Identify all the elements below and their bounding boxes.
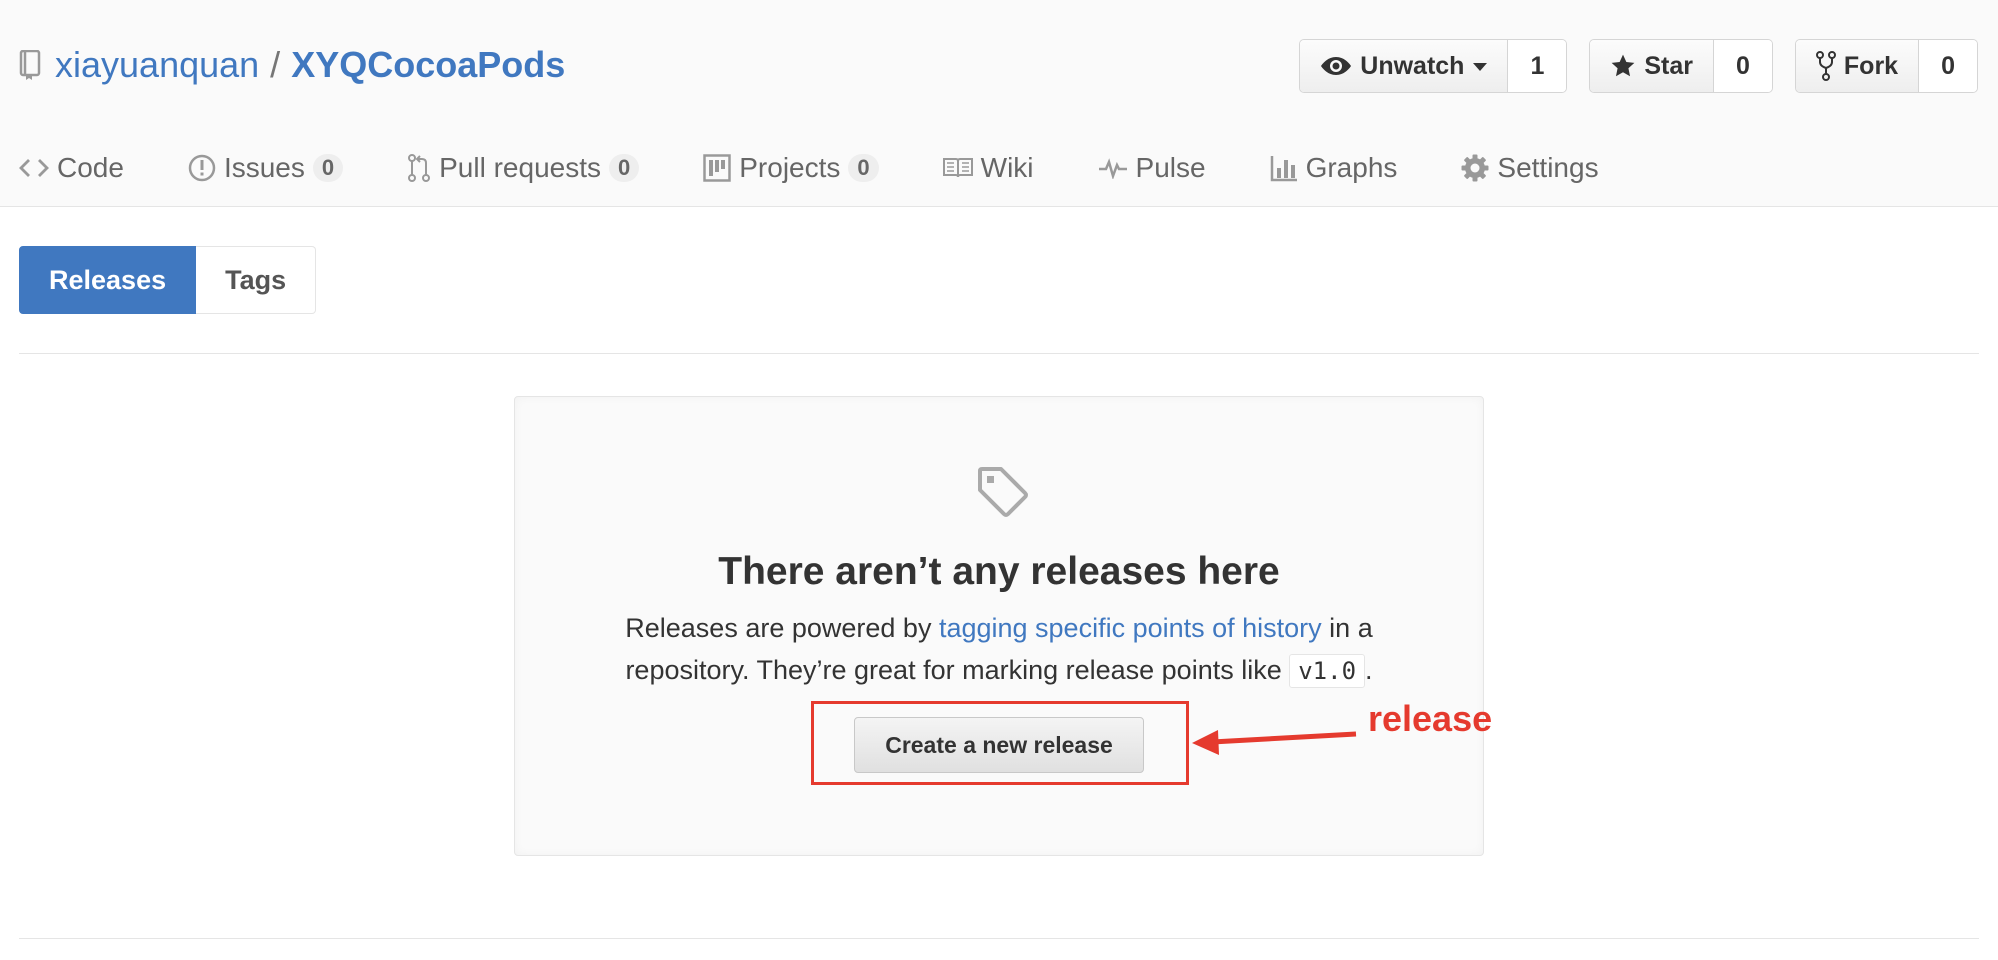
pull-requests-counter: 0 [609, 154, 640, 182]
repo-title: xiayuanquan / XYQCocoaPods [19, 40, 565, 90]
fork-icon [1815, 51, 1836, 81]
tags-tab[interactable]: Tags [196, 246, 317, 314]
stargazers-count[interactable]: 0 [1713, 40, 1772, 92]
repo-owner-link[interactable]: xiayuanquan [55, 44, 259, 86]
version-code-example: v1.0 [1289, 654, 1366, 688]
tab-wiki-label: Wiki [980, 152, 1034, 183]
releases-subnav: Releases Tags [19, 246, 317, 314]
divider [19, 353, 1979, 354]
git-pull-request-icon [407, 153, 431, 183]
book-icon [942, 157, 973, 179]
tab-projects-label: Projects [739, 152, 841, 183]
annotation-highlight-box [811, 701, 1189, 785]
repo-icon [19, 47, 45, 83]
tag-icon [978, 467, 1028, 517]
releases-tab[interactable]: Releases [19, 246, 197, 314]
star-icon [1610, 53, 1636, 79]
pulse-icon [1098, 157, 1128, 179]
path-separator: / [270, 44, 281, 85]
tab-issues-label: Issues [223, 152, 305, 183]
tab-settings[interactable]: Settings [1461, 152, 1599, 184]
description-text-start: Releases are powered by [625, 613, 939, 643]
empty-state-description: Releases are powered by tagging specific… [575, 607, 1423, 692]
tab-code[interactable]: Code [19, 152, 124, 184]
fork-label: Fork [1843, 51, 1899, 80]
footer-divider [19, 938, 1979, 939]
empty-releases-panel: There aren’t any releases here Releases … [514, 396, 1484, 856]
fork-button[interactable]: Fork [1795, 40, 1919, 92]
tab-pull-requests[interactable]: Pull requests 0 [407, 152, 640, 184]
eye-icon [1320, 55, 1352, 77]
tab-code-label: Code [57, 152, 124, 183]
watchers-count[interactable]: 1 [1507, 40, 1567, 92]
star-button[interactable]: Star [1590, 40, 1713, 92]
star-label: Star [1644, 51, 1693, 80]
tab-graphs-label: Graphs [1305, 152, 1398, 183]
issue-opened-icon [188, 154, 216, 182]
repo-actions: Unwatch 1 Star 0 Fork 0 [1277, 39, 1978, 93]
unwatch-label: Unwatch [1360, 51, 1465, 80]
tab-issues[interactable]: Issues 0 [188, 152, 344, 184]
watch-group: Unwatch 1 [1299, 39, 1568, 93]
tab-settings-label: Settings [1497, 152, 1599, 183]
gear-icon [1461, 154, 1489, 182]
graph-icon [1270, 154, 1298, 182]
code-icon [19, 157, 49, 179]
tab-graphs[interactable]: Graphs [1270, 152, 1398, 184]
repo-nav: Code Issues 0 Pull requests 0 Projects 0… [19, 142, 1663, 194]
tagging-help-link[interactable]: tagging specific points of history [939, 613, 1322, 643]
issues-counter: 0 [312, 154, 344, 182]
description-text-end: . [1365, 655, 1373, 685]
projects-counter: 0 [848, 154, 879, 182]
tab-projects[interactable]: Projects 0 [703, 152, 879, 184]
forks-count[interactable]: 0 [1918, 40, 1977, 92]
tab-wiki[interactable]: Wiki [942, 152, 1034, 184]
project-icon [703, 154, 731, 182]
annotation-arrow-icon [1192, 730, 1357, 755]
empty-state-title: There aren’t any releases here [718, 550, 1280, 593]
chevron-down-icon [1473, 63, 1488, 71]
repo-header: xiayuanquan / XYQCocoaPods Unwatch 1 Sta… [0, 0, 1998, 207]
unwatch-button[interactable]: Unwatch [1300, 40, 1508, 92]
tab-pull-requests-label: Pull requests [439, 152, 601, 183]
fork-group: Fork 0 [1794, 39, 1978, 93]
repo-name-link[interactable]: XYQCocoaPods [291, 44, 565, 86]
annotation-label: release [1368, 698, 1493, 739]
star-group: Star 0 [1589, 39, 1773, 93]
tab-pulse[interactable]: Pulse [1098, 152, 1206, 184]
tab-pulse-label: Pulse [1135, 152, 1206, 183]
